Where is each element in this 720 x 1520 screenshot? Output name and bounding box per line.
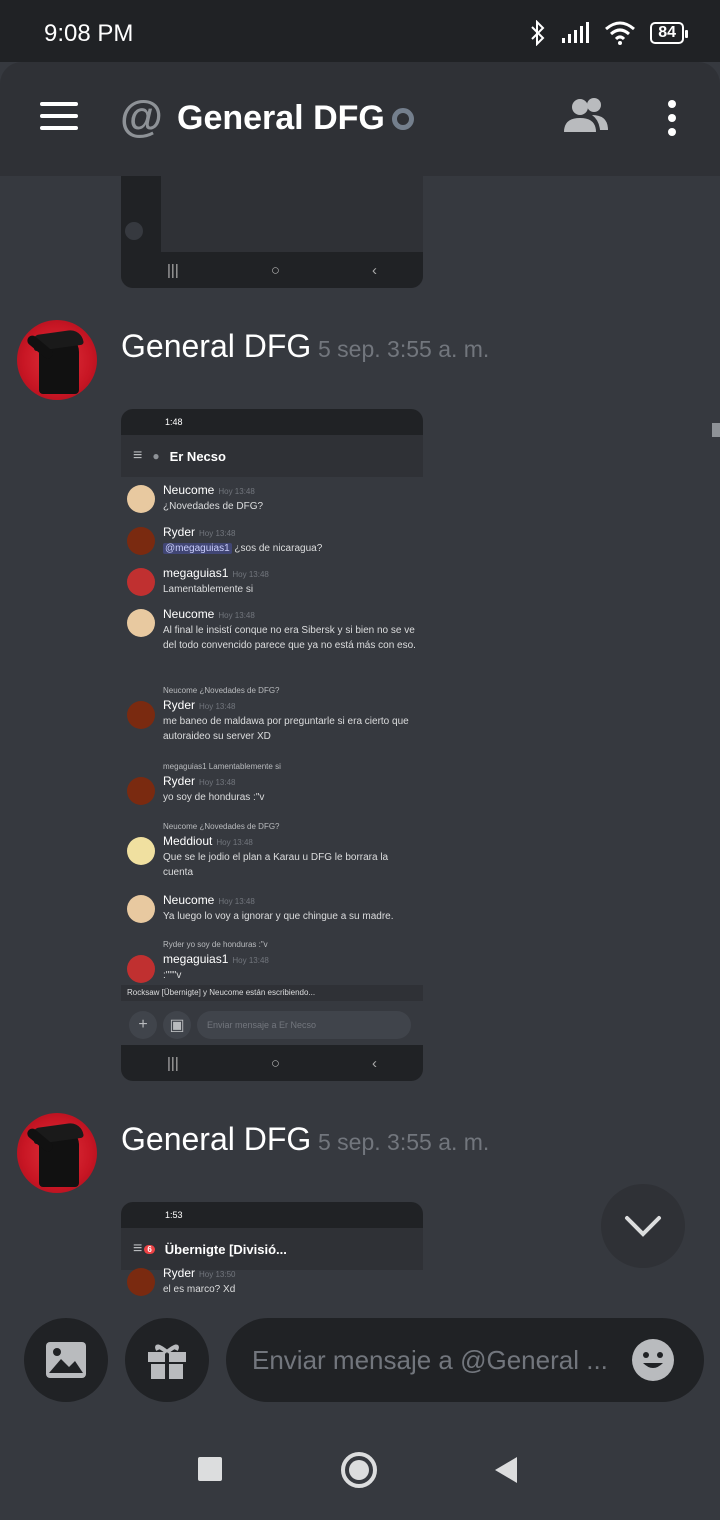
bluetooth-icon xyxy=(531,20,545,46)
message-timestamp: 5 sep. 3:55 a. m. xyxy=(318,1129,490,1155)
list-item: Neucome ¿Novedades de DFG? Ryder Hoy 13:4… xyxy=(127,683,417,744)
channel-header: @ General DFG xyxy=(0,62,720,176)
inner-menu-icon: ≡ xyxy=(133,447,143,464)
menu-icon[interactable] xyxy=(40,102,78,130)
inner-gift-icon: ▣ xyxy=(163,1011,191,1039)
message-input-placeholder: Enviar mensaje a @General ... xyxy=(252,1344,608,1375)
back-icon[interactable] xyxy=(493,1455,519,1485)
list-item: megaguias1 Lamentablemente si Ryder Hoy 1… xyxy=(127,759,417,805)
message-author[interactable]: General DFG xyxy=(121,1121,311,1158)
more-options-icon[interactable] xyxy=(668,100,676,136)
list-item: megaguias1 Hoy 13:48 Lamentablemente si xyxy=(127,566,417,597)
inner-composer: + ▣ Enviar mensaje a Er Necso xyxy=(121,1005,423,1045)
message-timestamp: 5 sep. 3:55 a. m. xyxy=(318,336,490,362)
image-attachment[interactable]: 1:48 ≡ ● Er Necso Neucome Hoy 13:48 ¿Nove… xyxy=(121,409,423,1081)
avatar[interactable] xyxy=(17,1113,97,1193)
attach-image-button[interactable] xyxy=(24,1318,108,1402)
status-icons: 84 xyxy=(530,20,688,46)
offline-status-icon xyxy=(392,108,414,130)
inner-channel-title: Er Necso xyxy=(169,448,226,464)
image-attachment[interactable]: 1:53 ≡ 6 Übernigte [Divisió... Ryder Hoy … xyxy=(121,1202,423,1300)
inner-channel-header: ≡ 6 Übernigte [Divisió... xyxy=(121,1228,423,1270)
message-input[interactable]: Enviar mensaje a @General ... xyxy=(226,1318,704,1402)
message-author[interactable]: General DFG xyxy=(121,328,311,365)
chevron-down-icon xyxy=(625,1216,661,1237)
inner-plus-icon: + xyxy=(129,1011,157,1039)
message-list[interactable]: ||| ○ ‹ General DFG 5 sep. 3:55 a. m. 1:48… xyxy=(0,176,720,1300)
channel-title[interactable]: General DFG xyxy=(177,99,385,138)
list-item: Neucome ¿Novedades de DFG? Meddiout Hoy 1… xyxy=(127,819,417,880)
inner-channel-title: Übernigte [Divisió... xyxy=(164,1241,287,1257)
inner-status-time: 1:48 xyxy=(165,417,183,427)
status-bar: 9:08 PM 84 xyxy=(0,0,720,62)
jump-to-bottom-button[interactable] xyxy=(601,1184,685,1268)
inner-menu-icon: ≡ xyxy=(133,1240,143,1257)
message-header: General DFG 5 sep. 3:55 a. m. xyxy=(0,1113,720,1203)
gift-button[interactable] xyxy=(125,1318,209,1402)
image-attachment[interactable]: ||| ○ ‹ xyxy=(121,176,423,288)
avatar[interactable] xyxy=(17,320,97,400)
signal-icon xyxy=(562,22,590,43)
inner-status-bar: 1:48 xyxy=(121,409,423,435)
status-time: 9:08 PM xyxy=(44,20,134,47)
inner-person-icon: ● xyxy=(152,449,160,463)
message-header: General DFG 5 sep. 3:55 a. m. xyxy=(0,320,720,410)
wifi-icon xyxy=(605,21,636,45)
battery-indicator: 84 xyxy=(650,22,688,44)
typing-indicator: Rocksaw [Übernigte] y Neucome están escr… xyxy=(121,985,423,1001)
image-icon xyxy=(46,1342,86,1378)
members-icon[interactable] xyxy=(564,96,608,136)
emoji-icon[interactable] xyxy=(632,1339,674,1381)
recents-icon[interactable] xyxy=(198,1457,222,1481)
scrollbar-thumb[interactable] xyxy=(712,423,720,437)
list-item: Ryder Hoy 13:50 el es marco? Xd xyxy=(127,1266,417,1297)
message-composer: Enviar mensaje a @General ... xyxy=(0,1300,720,1420)
list-item: Neucome Hoy 13:48 Al final le insistí con… xyxy=(127,607,417,653)
dm-at-icon: @ xyxy=(120,92,163,141)
home-icon[interactable] xyxy=(341,1452,377,1488)
inner-status-time: 1:53 xyxy=(165,1210,183,1220)
list-item: Ryder Hoy 13:48 @megaguias1 ¿sos de nicar… xyxy=(127,525,417,556)
list-item: Neucome Hoy 13:48 Ya luego lo voy a ignor… xyxy=(127,893,417,924)
inner-status-bar: 1:53 xyxy=(121,1202,423,1228)
inner-input-placeholder: Enviar mensaje a Er Necso xyxy=(207,1020,317,1030)
phone-nav-bar: ||| ○ ‹ xyxy=(121,1045,423,1081)
phone-nav-bar: ||| ○ ‹ xyxy=(121,252,423,288)
inner-unread-badge: 6 xyxy=(144,1244,155,1254)
list-item: Ryder yo soy de honduras :"v megaguias1 H… xyxy=(127,937,417,983)
inner-channel-header: ≡ ● Er Necso xyxy=(121,435,423,477)
gift-icon xyxy=(148,1344,186,1379)
system-nav-bar xyxy=(0,1420,720,1520)
list-item: Neucome Hoy 13:48 ¿Novedades de DFG? xyxy=(127,483,417,514)
